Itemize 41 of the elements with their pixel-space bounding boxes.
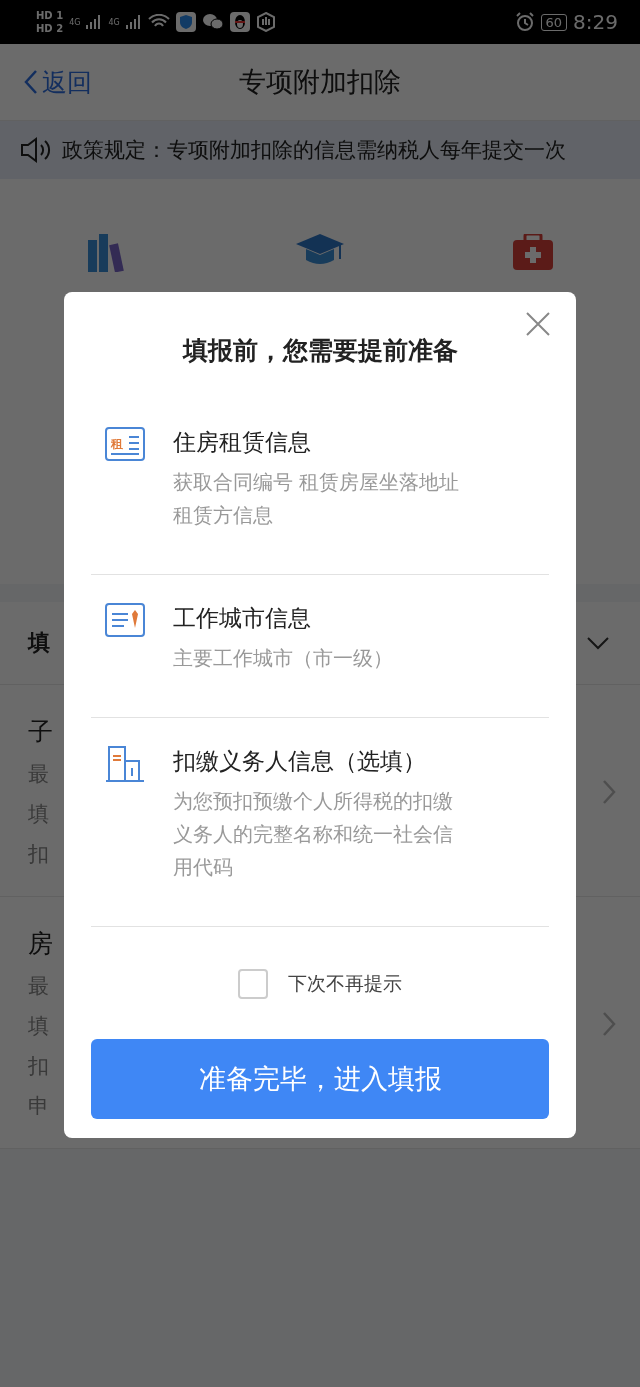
shield-icon <box>175 12 196 32</box>
requirement-title: 工作城市信息 <box>173 604 312 633</box>
building-icon <box>105 746 145 782</box>
books-icon <box>86 234 127 272</box>
sim-label: HD 2 <box>36 23 64 34</box>
requirement-description: 获取合同编号 租赁房屋坐落地址租赁方信息 <box>173 469 461 529</box>
hand-icon <box>255 12 276 32</box>
chevron-right-icon <box>602 1010 616 1037</box>
rent-document-icon: 租 <box>105 427 145 461</box>
requirement-description: 为您预扣预缴个人所得税的扣缴义务人的完整名称和统一社会信用代码 <box>173 788 454 881</box>
chevron-right-icon <box>602 778 616 805</box>
dialog-title: 填报前，您需要提前准备 <box>181 335 459 367</box>
checkbox[interactable] <box>238 969 268 999</box>
speaker-icon <box>20 137 52 163</box>
requirement-title: 扣缴义务人信息（选填） <box>173 747 427 776</box>
clock-time: 8:29 <box>573 10 618 34</box>
requirement-title: 住房租赁信息 <box>173 428 312 457</box>
id-card-icon <box>105 603 145 637</box>
battery-level: 60 <box>540 13 568 31</box>
network-label: 4G <box>69 17 81 27</box>
back-chevron-icon <box>24 69 38 95</box>
item-title: 房 <box>28 928 53 960</box>
chat-bubbles-icon <box>201 13 224 31</box>
medical-kit-icon <box>513 234 554 270</box>
page-title: 专项附加扣除 <box>239 65 401 99</box>
network-label: 4G <box>108 17 120 27</box>
section-title: 填 <box>28 629 50 657</box>
back-link[interactable]: 返回 <box>24 65 92 99</box>
chevron-down-icon <box>586 636 610 650</box>
signal-icon <box>86 15 103 29</box>
close-icon <box>526 312 550 336</box>
confirm-button[interactable]: 准备完毕，进入填报 <box>91 1039 549 1119</box>
sim-label: HD 1 <box>36 10 64 21</box>
alarm-icon <box>514 12 535 32</box>
penguin-icon <box>229 12 250 32</box>
requirement-description: 主要工作城市（市一级） <box>173 645 394 672</box>
signal-icon <box>125 15 142 29</box>
item-title: 子 <box>28 716 53 748</box>
checkbox-label: 下次不再提示 <box>288 971 402 996</box>
policy-notice: 政策规定：专项附加扣除的信息需纳税人每年提交一次 <box>62 137 566 164</box>
close-button[interactable] <box>524 310 552 338</box>
